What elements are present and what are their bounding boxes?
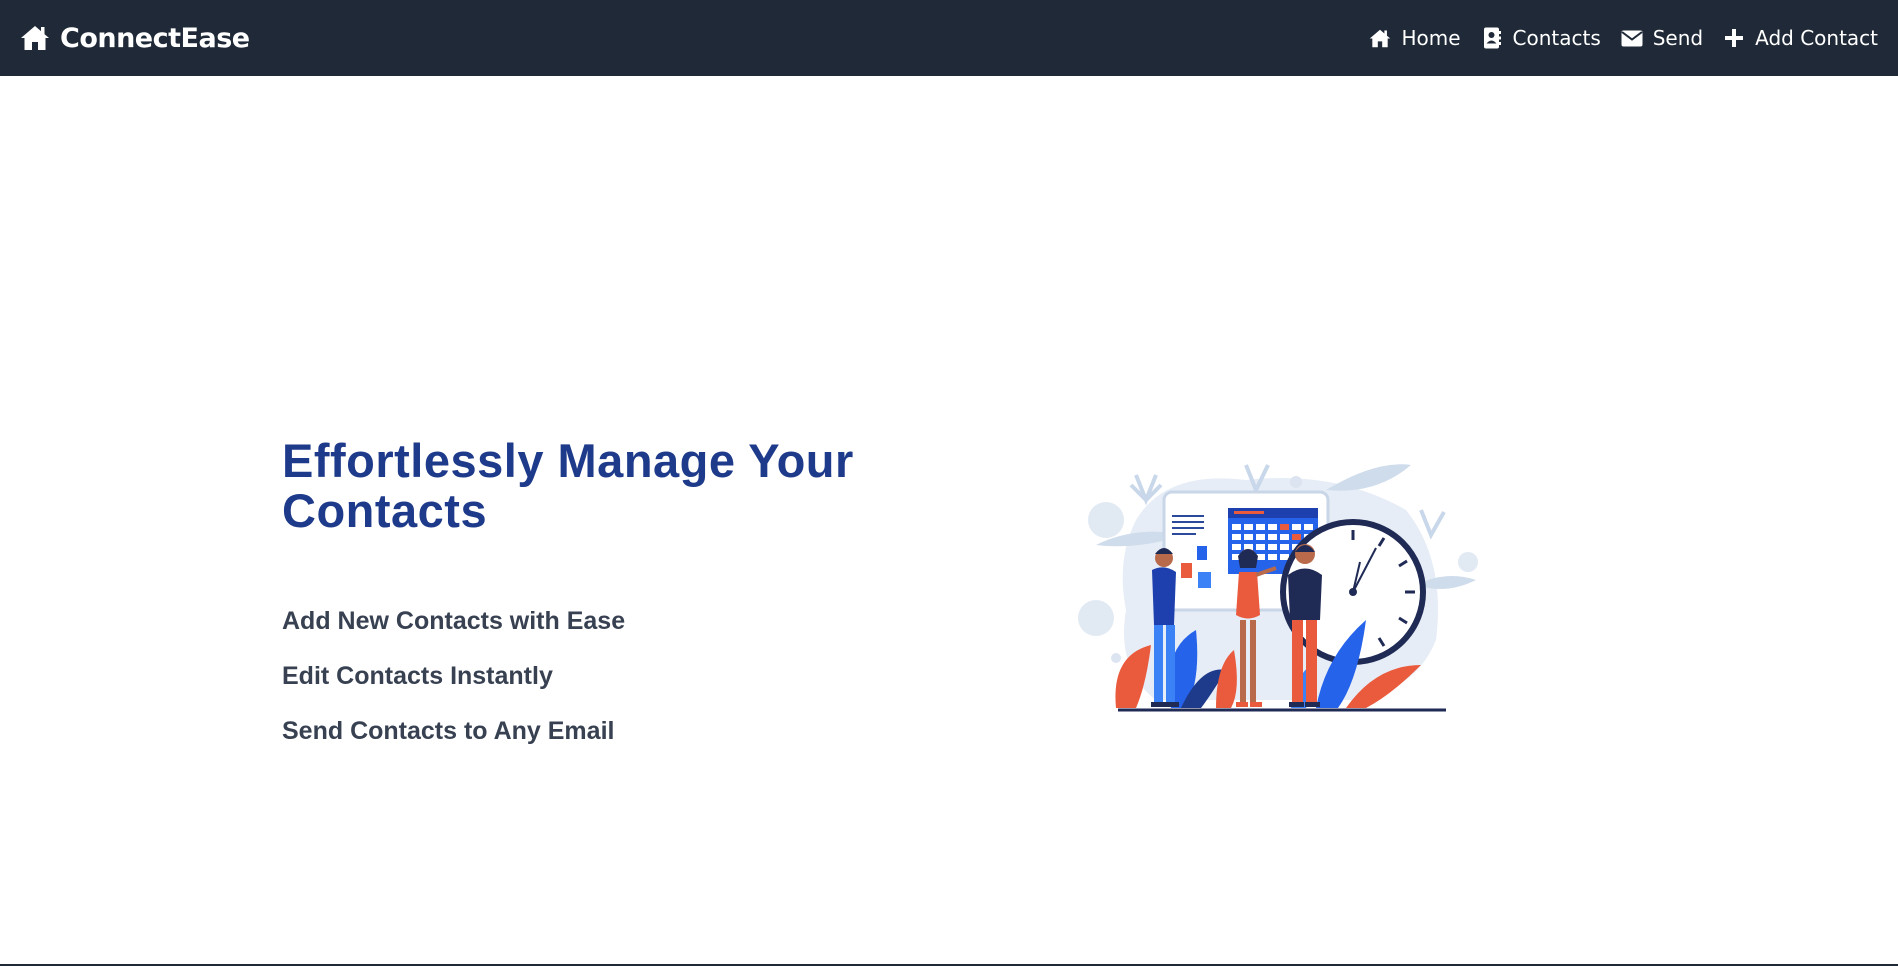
plus-icon bbox=[1723, 27, 1745, 49]
feature-item-add: Add New Contacts with Ease bbox=[282, 607, 626, 635]
feature-item-send: Send Contacts to Any Email bbox=[282, 717, 615, 745]
brand-name: ConnectEase bbox=[60, 22, 250, 54]
hero-title: Effortlessly Manage Your Contacts bbox=[282, 434, 854, 537]
envelope-icon bbox=[1621, 27, 1643, 49]
home-icon bbox=[1369, 27, 1391, 49]
nav-home-label: Home bbox=[1401, 26, 1461, 50]
feature-item-edit: Edit Contacts Instantly bbox=[282, 662, 553, 690]
contact-card-icon bbox=[1481, 27, 1503, 49]
nav-contacts-link[interactable]: Contacts bbox=[1481, 26, 1601, 50]
nav-home-link[interactable]: Home bbox=[1369, 26, 1461, 50]
home-icon bbox=[20, 24, 50, 52]
nav-contacts-label: Contacts bbox=[1512, 26, 1601, 50]
brand-link[interactable]: ConnectEase bbox=[20, 23, 250, 54]
top-navbar: ConnectEase Home Contacts Send Add Conta… bbox=[0, 0, 1898, 76]
hero-illustration bbox=[1078, 464, 1478, 712]
feature-list: Add New Contacts with Ease Edit Contacts… bbox=[282, 603, 625, 768]
nav-links: Home Contacts Send Add Contact bbox=[1369, 26, 1878, 50]
nav-send-link[interactable]: Send bbox=[1621, 26, 1703, 50]
nav-send-label: Send bbox=[1652, 26, 1704, 50]
nav-add-contact-label: Add Contact bbox=[1755, 26, 1878, 50]
nav-add-contact-link[interactable]: Add Contact bbox=[1723, 26, 1878, 50]
